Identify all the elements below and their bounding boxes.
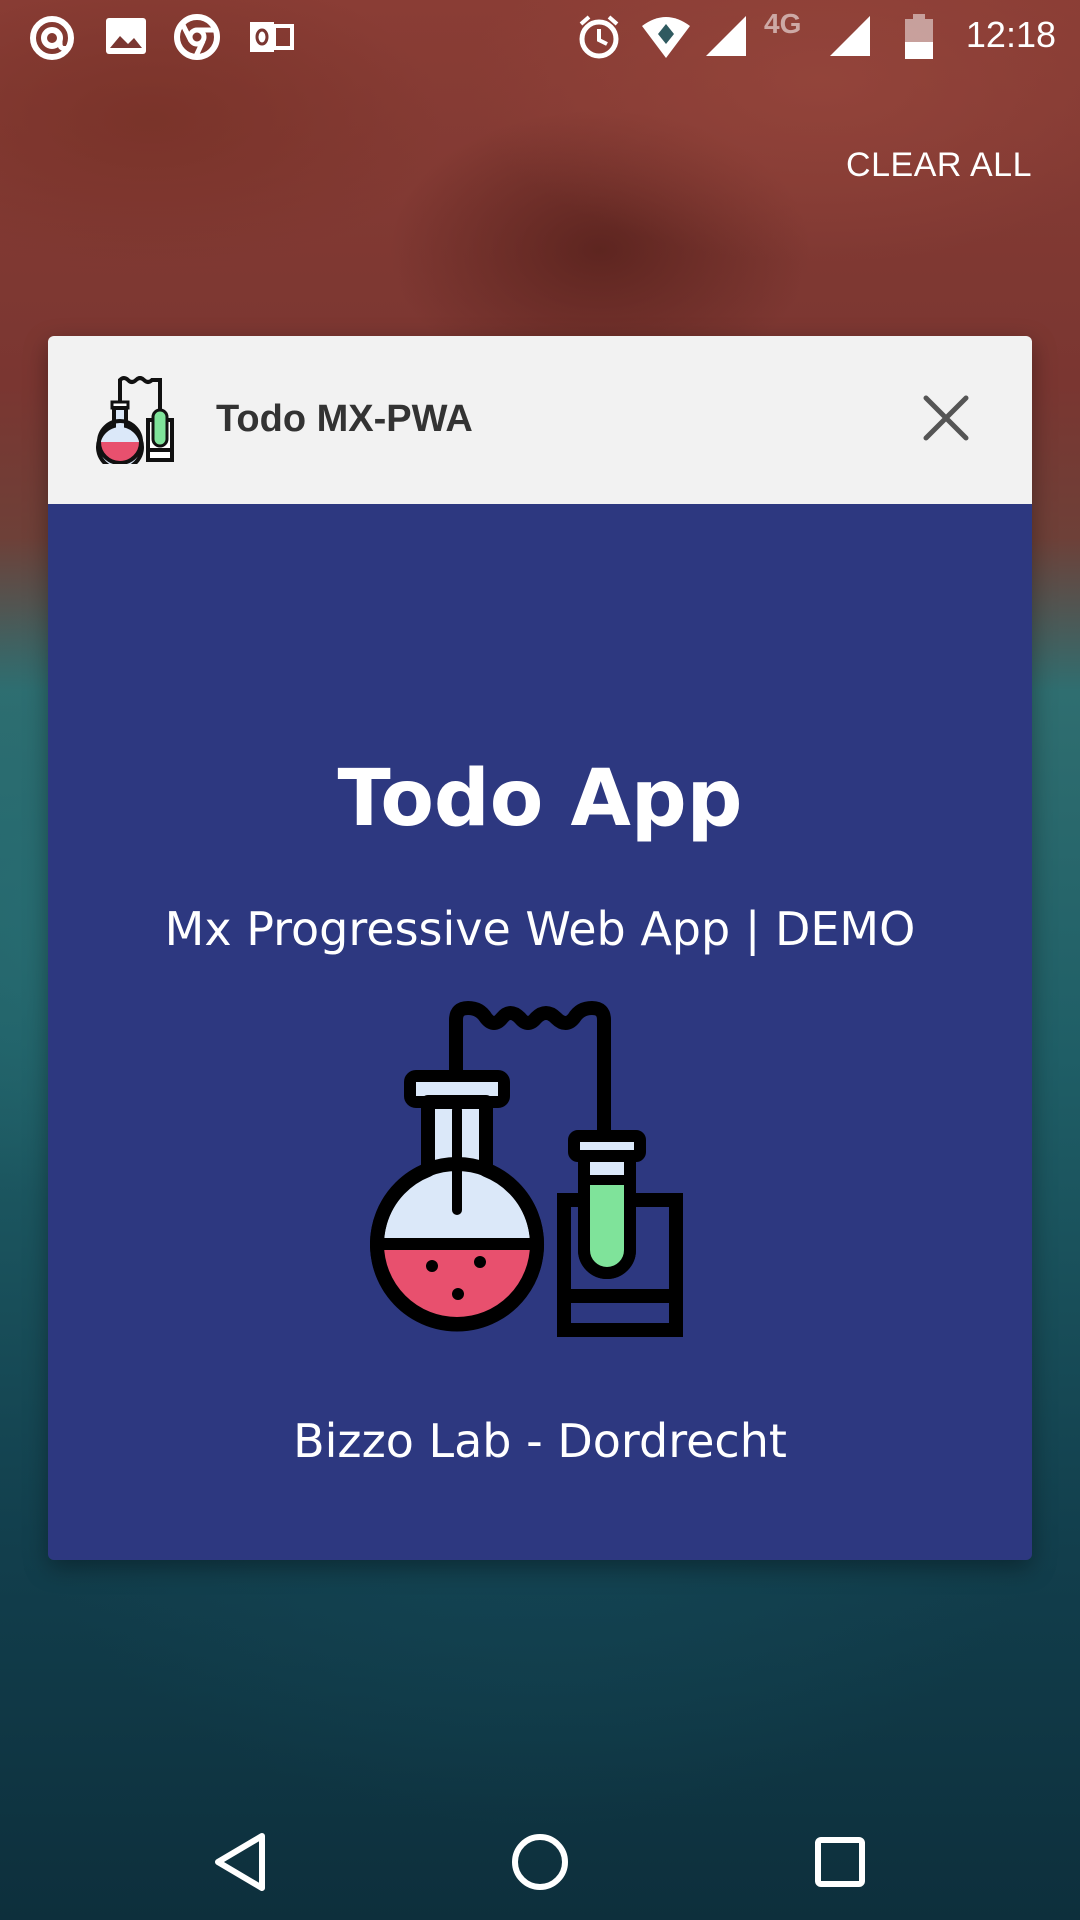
splash-subtitle: Mx Progressive Web App | DEMO [164,902,916,956]
navigation-bar [0,1800,1080,1920]
outlook-icon [248,14,294,65]
app-icon [92,376,182,472]
image-icon [104,14,148,63]
splash-title: Todo App [337,754,743,844]
chemistry-lab-icon [370,1000,710,1345]
battery-icon [904,14,934,65]
cell-signal-icon [828,14,872,63]
splash-footer: Bizzo Lab - Dordrecht [293,1414,787,1468]
clear-all-button[interactable]: CLEAR ALL [846,146,1032,185]
clock: 12:18 [965,14,1056,55]
network-type-label: 4G [764,8,802,39]
chrome-icon [174,14,220,65]
at-sign-icon [28,14,76,67]
app-preview[interactable]: Todo App Mx Progressive Web App | DEMO B… [48,504,1032,1560]
home-icon[interactable] [510,1830,570,1899]
cell-signal-icon [704,14,748,63]
close-icon[interactable] [922,394,970,447]
card-header: Todo MX-PWA [48,336,1032,504]
recents-icon[interactable] [810,1830,870,1899]
alarm-icon [576,14,622,65]
recents-screen: 4G 12:18 CLEAR ALL Todo MX-PWA Todo App … [0,0,1080,1920]
app-name: Todo MX-PWA [216,398,473,440]
wifi-icon [640,14,692,65]
status-bar: 4G 12:18 [0,0,1080,72]
recent-app-card[interactable]: Todo MX-PWA Todo App Mx Progressive Web … [48,336,1032,1560]
back-icon[interactable] [210,1830,270,1899]
